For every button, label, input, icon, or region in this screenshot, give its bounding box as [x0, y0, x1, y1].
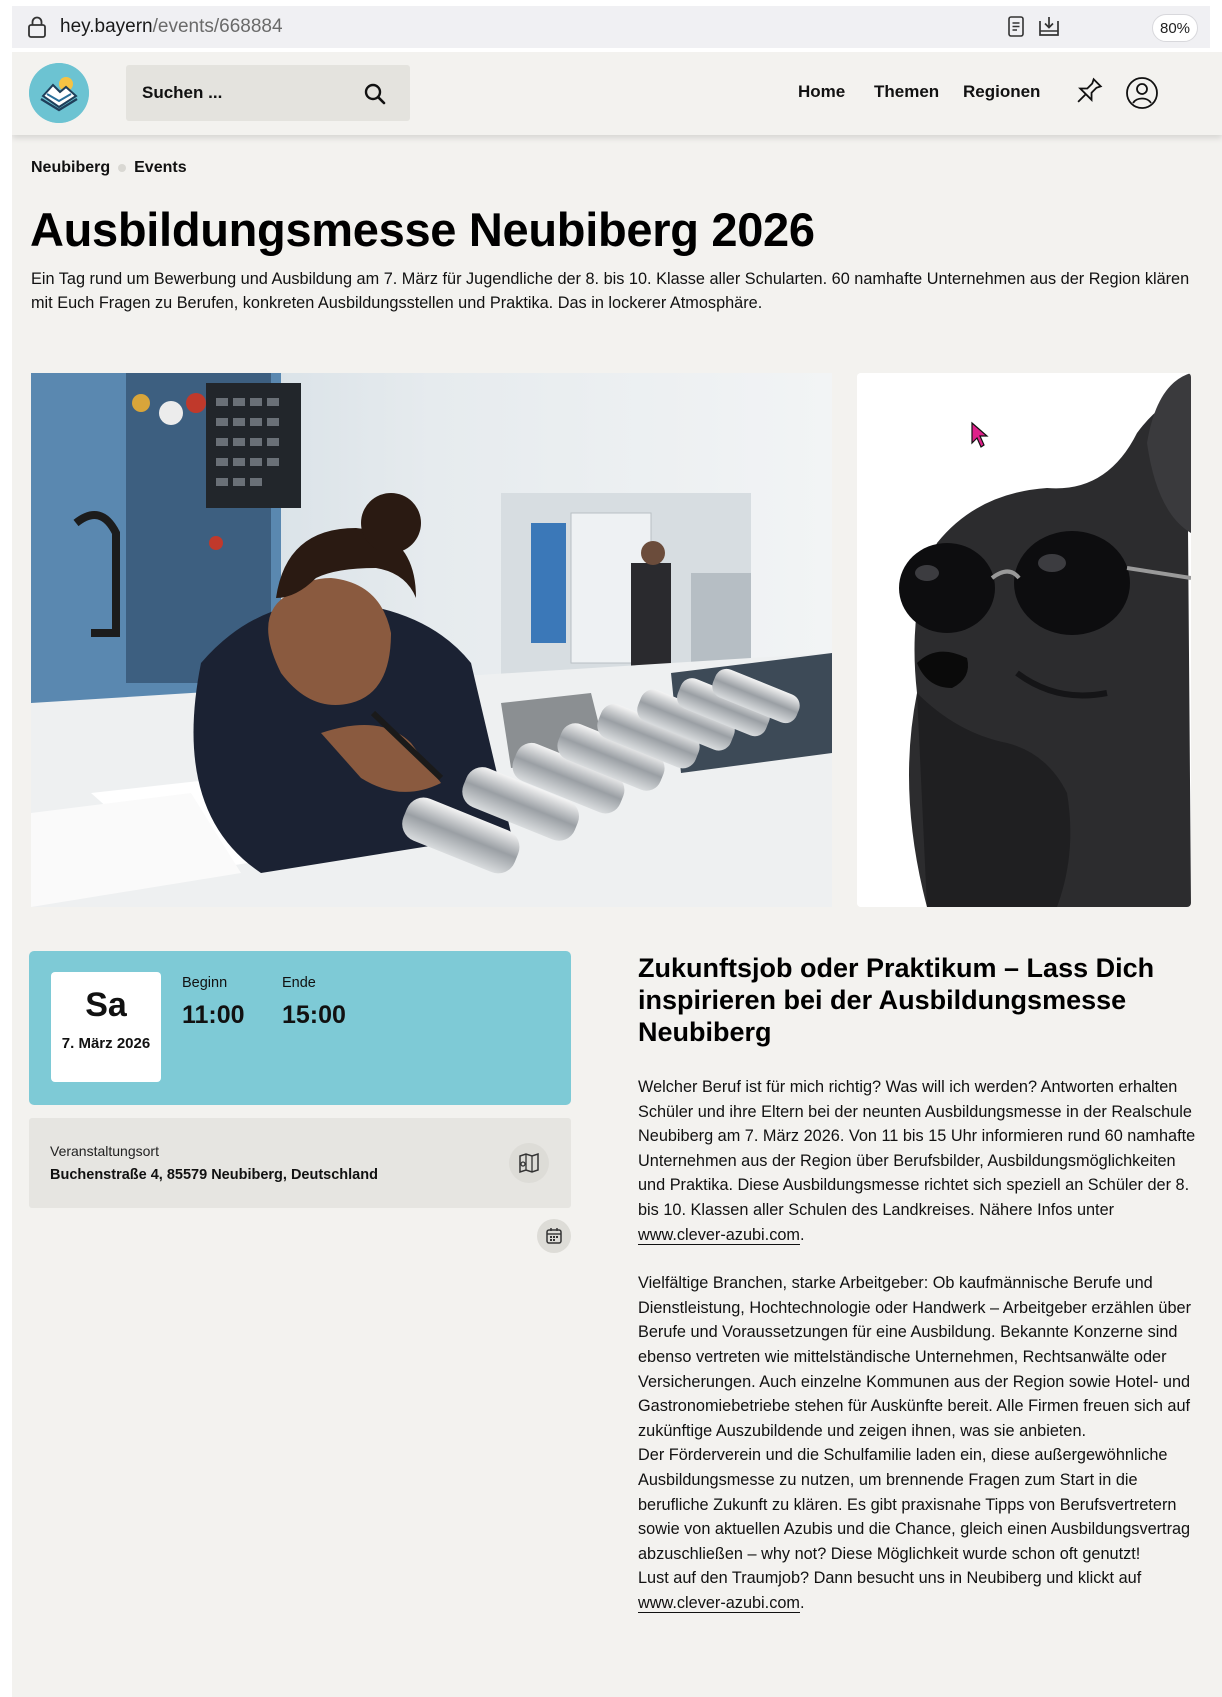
- begin-time: 11:00: [182, 1001, 245, 1029]
- article-subtitle: Zukunftsjob oder Praktikum – Lass Dich i…: [638, 953, 1155, 1047]
- lock-icon: [28, 16, 46, 38]
- article-paragraph-2: Vielfältige Branchen, starke Arbeitgeber…: [638, 1271, 1200, 1615]
- article-paragraph-1: Welcher Beruf ist für mich richtig? Was …: [638, 1078, 1196, 1245]
- search-icon[interactable]: [360, 79, 390, 109]
- map-icon: [519, 1152, 539, 1174]
- venue-address: Buchenstraße 4, 85579 Neubiberg, Deutsch…: [50, 1167, 378, 1183]
- event-photo-apprentice[interactable]: [31, 373, 832, 907]
- url-path: /events/668884: [152, 16, 283, 37]
- paragraph-2a-text: Vielfältige Branchen, starke Arbeitgeber…: [638, 1274, 1191, 1440]
- paragraph-2b-text: Der Förderverein und die Schulfamilie la…: [638, 1446, 1191, 1563]
- clever-azubi-link-2[interactable]: www.clever-azubi.com: [638, 1593, 800, 1613]
- mouse-cursor-icon: [971, 421, 989, 448]
- article-body: Welcher Beruf ist für mich richtig? Was …: [638, 1075, 1200, 1615]
- reader-icon[interactable]: [1004, 14, 1028, 40]
- url-host: hey.bayern: [60, 16, 153, 37]
- breadcrumb: Neubiberg Events: [31, 159, 187, 177]
- nav-home[interactable]: Home: [798, 82, 845, 102]
- venue-card: Veranstaltungsort Buchenstraße 4, 85579 …: [29, 1118, 571, 1208]
- event-date: 7. März 2026: [61, 1035, 151, 1052]
- page: Home Themen Regionen Neubiberg Events Au…: [12, 52, 1222, 1697]
- zoom-indicator[interactable]: 80%: [1152, 14, 1198, 42]
- calendar-icon: [546, 1228, 562, 1244]
- nav-regionen[interactable]: Regionen: [963, 82, 1040, 102]
- event-lead: Ein Tag rund um Bewerbung und Ausbildung…: [31, 270, 1190, 312]
- browser-address-bar[interactable]: hey.bayern/events/668884 80%: [12, 6, 1210, 48]
- download-icon[interactable]: [1037, 14, 1061, 40]
- paragraph-2c: Lust auf den Traumjob? Dann besucht uns …: [638, 1569, 1142, 1613]
- begin-label: Beginn: [182, 975, 228, 991]
- search-input[interactable]: [142, 65, 362, 121]
- site-header: Home Themen Regionen: [12, 52, 1222, 135]
- url-text[interactable]: hey.bayern/events/668884: [60, 16, 283, 38]
- event-weekday: Sa: [85, 986, 127, 1024]
- pin-icon[interactable]: [1070, 74, 1106, 110]
- logo-icon[interactable]: [29, 63, 89, 123]
- venue-label: Veranstaltungsort: [50, 1143, 159, 1159]
- nav-themen[interactable]: Themen: [874, 82, 939, 102]
- map-button[interactable]: [509, 1143, 549, 1183]
- breadcrumb-separator: [118, 164, 127, 172]
- breadcrumb-events[interactable]: Events: [134, 159, 186, 177]
- end-time: 15:00: [282, 1001, 346, 1029]
- user-icon[interactable]: [1125, 76, 1159, 110]
- event-photo-dog[interactable]: [857, 373, 1191, 907]
- end-label: Ende: [282, 975, 316, 991]
- paragraph-2c-text: Lust auf den Traumjob? Dann besucht uns …: [638, 1569, 1142, 1588]
- clever-azubi-link[interactable]: www.clever-azubi.com: [638, 1225, 800, 1245]
- paragraph-1-text: Welcher Beruf ist für mich richtig? Was …: [638, 1078, 1196, 1219]
- event-time-card: Sa 7. März 2026 Beginn 11:00 Ende 15:00: [29, 951, 571, 1105]
- add-to-calendar-button[interactable]: [537, 1219, 571, 1253]
- breadcrumb-neubiberg[interactable]: Neubiberg: [31, 159, 110, 177]
- date-box: Sa 7. März 2026: [51, 972, 161, 1082]
- page-title: Ausbildungsmesse Neubiberg 2026: [30, 203, 815, 256]
- search-box: [126, 65, 410, 121]
